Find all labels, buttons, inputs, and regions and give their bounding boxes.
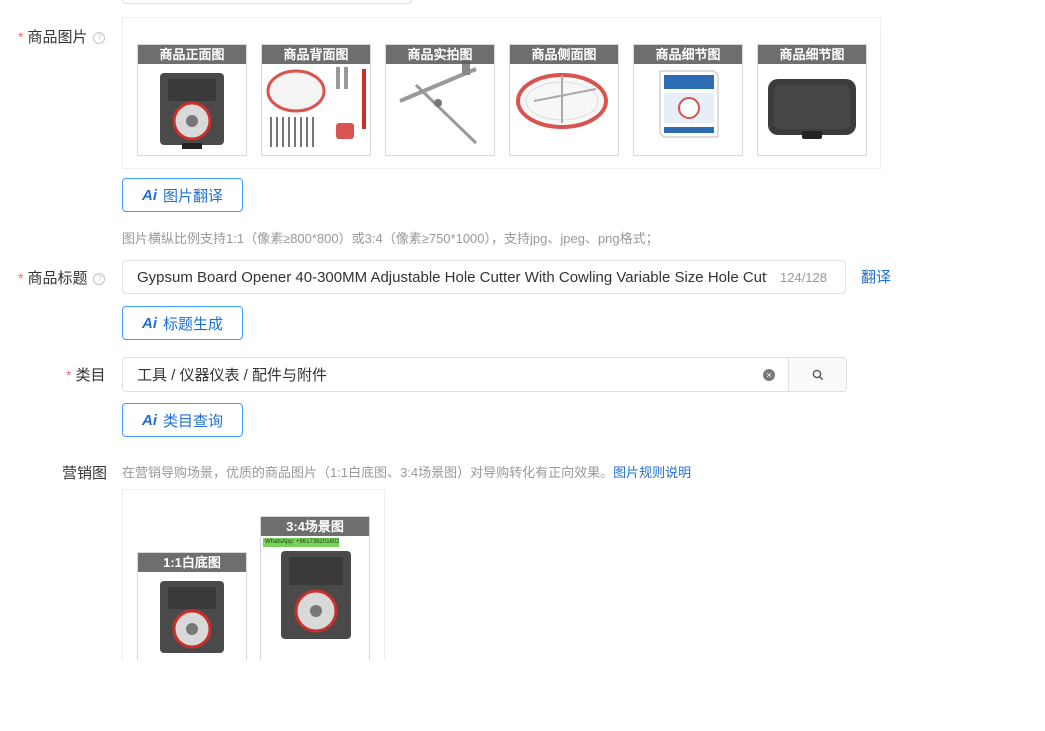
whatsapp-watermark: WhatsApp: +8617362018025 xyxy=(263,538,339,547)
product-images-panel: 商品正面图 商品背面图 商品实拍图 商品侧面图 商品细节图 商品细节图 xyxy=(122,17,881,169)
form-viewport: * 商品图片? 商品正面图 商品背面图 商品实拍图 商品侧面图 商品细节图 商品… xyxy=(0,0,1045,660)
thumb-caption: 商品正面图 xyxy=(138,45,246,64)
category-input[interactable]: 工具 / 仪器仪表 / 配件与附件 × xyxy=(122,357,789,392)
previous-field-stub[interactable] xyxy=(122,0,412,4)
image-rule-link[interactable]: 图片规则说明 xyxy=(613,465,691,480)
marketing-hint: 在营销导购场景，优质的商品图片（1:1白底图、3:4场景图）对导购转化有正向效果… xyxy=(122,465,692,480)
thumb-caption: 1:1白底图 xyxy=(138,553,246,572)
thumb-caption: 商品实拍图 xyxy=(386,45,494,64)
button-label: 类目查询 xyxy=(162,412,223,430)
image-translate-button[interactable]: Ai 图片翻译 xyxy=(122,178,243,212)
marketing-images-panel: 1:1白底图 WhatsApp: +8617362018025 3:4场景图 xyxy=(122,489,385,660)
ai-icon: Ai xyxy=(141,186,157,204)
image-format-hint: 图片横纵比例支持1:1（像素≥800*800）或3:4（像素≥750*1000）… xyxy=(122,231,659,246)
title-generate-button[interactable]: Ai 标题生成 xyxy=(122,306,243,340)
product-image-thumb[interactable]: 商品正面图 xyxy=(137,44,247,156)
required-mark: * xyxy=(18,270,24,286)
required-mark: * xyxy=(66,367,72,383)
marketing-thumb-1-1[interactable]: 1:1白底图 xyxy=(137,552,247,660)
product-image-thumb[interactable]: 商品细节图 xyxy=(757,44,867,156)
button-label: 图片翻译 xyxy=(162,187,223,205)
product-image-thumb[interactable]: 商品实拍图 xyxy=(385,44,495,156)
title-translate-link[interactable]: 翻译 xyxy=(861,266,891,287)
product-image-thumb[interactable]: 商品细节图 xyxy=(633,44,743,156)
thumb-caption: 商品细节图 xyxy=(634,45,742,64)
marketing-images-label: 营销图 xyxy=(62,465,108,482)
marketing-thumb-3-4[interactable]: WhatsApp: +8617362018025 3:4场景图 xyxy=(260,516,370,660)
product-title-label: * 商品标题? xyxy=(18,267,106,288)
category-search-button[interactable] xyxy=(788,357,847,392)
product-title-input[interactable]: Gypsum Board Opener 40-300MM Adjustable … xyxy=(122,260,846,294)
product-image-thumb[interactable]: 商品侧面图 xyxy=(509,44,619,156)
category-query-button[interactable]: Ai 类目查询 xyxy=(122,403,243,437)
button-label: 标题生成 xyxy=(162,315,223,333)
required-mark: * xyxy=(18,29,24,45)
product-images-label: * 商品图片? xyxy=(18,26,106,47)
help-icon[interactable]: ? xyxy=(93,32,106,45)
ai-icon: Ai xyxy=(141,411,157,429)
product-image-thumb[interactable]: 商品背面图 xyxy=(261,44,371,156)
category-value[interactable]: 工具 / 仪器仪表 / 配件与附件 xyxy=(137,358,327,393)
ai-icon: Ai xyxy=(141,314,157,332)
thumb-caption: 商品细节图 xyxy=(758,45,866,64)
search-icon xyxy=(812,369,823,380)
character-count: 124/128 xyxy=(780,270,827,285)
thumb-caption: 3:4场景图 xyxy=(261,517,369,536)
thumb-caption: 商品背面图 xyxy=(262,45,370,64)
title-value[interactable]: Gypsum Board Opener 40-300MM Adjustable … xyxy=(137,261,767,293)
help-icon[interactable]: ? xyxy=(93,273,106,286)
category-label: * 类目 xyxy=(66,367,106,384)
clear-icon[interactable]: × xyxy=(763,369,775,381)
thumb-caption: 商品侧面图 xyxy=(510,45,618,64)
